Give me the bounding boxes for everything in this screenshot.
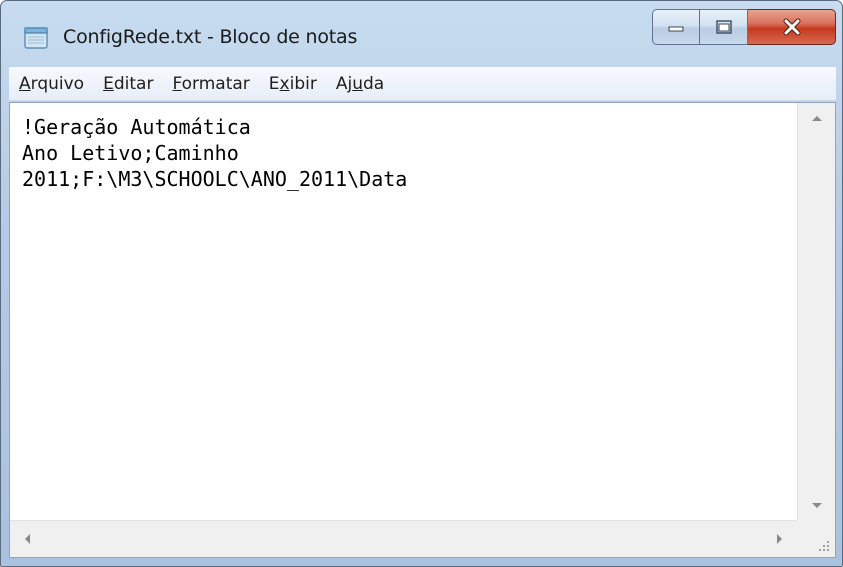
grip-icon [823, 549, 825, 551]
scroll-left-arrow-icon[interactable] [25, 534, 30, 544]
title-bar[interactable]: ConfigRede.txt - Bloco de notas [1, 1, 842, 63]
text-area[interactable]: !Geração Automática Ano Letivo;Caminho 201… [10, 103, 797, 521]
scroll-up-arrow-icon[interactable] [812, 116, 822, 121]
caption-buttons [652, 9, 836, 45]
close-icon [783, 18, 800, 36]
maximize-button[interactable] [700, 9, 748, 45]
menu-bar: Arquivo Editar Formatar Exibir Ajuda [9, 67, 836, 101]
editor: !Geração Automática Ano Letivo;Caminho 201… [9, 102, 836, 558]
window-title: ConfigRede.txt - Bloco de notas [63, 26, 358, 48]
text-line: 2011;F:\M3\SCHOOLC\ANO_2011\Data [22, 167, 408, 191]
menu-formatar[interactable]: Formatar [172, 74, 249, 94]
menu-exibir[interactable]: Exibir [269, 74, 317, 94]
menu-arquivo[interactable]: Arquivo [19, 74, 84, 94]
minimize-icon [668, 26, 684, 32]
horizontal-scrollbar[interactable] [10, 520, 797, 557]
scroll-right-arrow-icon[interactable] [777, 534, 782, 544]
grip-icon [819, 549, 821, 551]
menu-ajuda[interactable]: Ajuda [336, 74, 384, 94]
grip-icon [827, 549, 829, 551]
text-line: !Geração Automática [22, 115, 251, 139]
notepad-window: ConfigRede.txt - Bloco de notas Arquivo … [0, 0, 843, 567]
size-grip[interactable] [797, 520, 835, 557]
menu-editar[interactable]: Editar [103, 74, 153, 94]
close-button[interactable] [748, 9, 836, 45]
grip-icon [823, 545, 825, 547]
text-line: Ano Letivo;Caminho [22, 141, 239, 165]
minimize-button[interactable] [652, 9, 700, 45]
maximize-icon [715, 20, 732, 34]
grip-icon [827, 541, 829, 543]
scroll-down-arrow-icon[interactable] [812, 503, 822, 508]
vertical-scrollbar[interactable] [797, 103, 835, 521]
grip-icon [827, 545, 829, 547]
notepad-icon [24, 27, 48, 49]
